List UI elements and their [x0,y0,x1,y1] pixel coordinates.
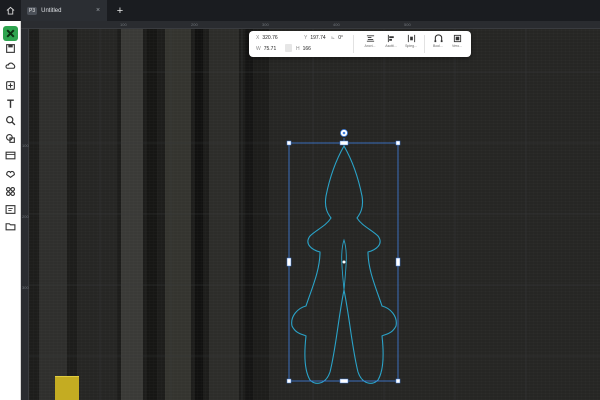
w-value: 75.71 [263,46,277,52]
button-caption: Bool... [433,44,443,48]
divider [424,35,425,53]
image-icon[interactable] [3,148,18,163]
aspect-lock-icon[interactable] [285,44,292,52]
ruler-tick: 100 [120,22,127,27]
y-value: 197.74 [310,35,326,41]
h-value: 166 [302,46,311,52]
templates-icon[interactable] [3,202,18,217]
angle-value: 0° [338,35,343,41]
h-label: H [296,46,300,52]
x-value: 320.76 [262,35,278,41]
distribute-icon [407,34,415,43]
button-caption: Asctti... [385,44,397,48]
ruler-tick: 500 [404,22,411,27]
anchor-align-icon [366,35,374,42]
cloud-icon[interactable] [3,58,18,73]
align-icon [387,34,394,43]
ruler-tick: 300 [262,22,269,27]
add-icon[interactable] [3,78,18,93]
search-icon[interactable] [3,113,18,128]
w-field[interactable]: W 75.71 [256,46,276,52]
vector-icon [453,34,461,43]
x-label: X [256,35,260,41]
app-window: P3 Untitled × + 100 200 300 400 500 100 … [0,0,600,400]
angle-icon: ⊾ [331,35,336,41]
divider [353,35,354,53]
design-canvas[interactable] [29,29,600,400]
new-tab-button[interactable]: + [113,0,127,21]
home-button[interactable] [0,0,20,21]
vector-button[interactable]: Vero... [446,34,468,54]
tab-title: Untitled [41,7,62,14]
ruler-tick: 300 [22,285,29,290]
angle-field[interactable]: ⊾ 0° [331,35,343,41]
distribute-button[interactable]: Spieg... [400,34,422,54]
button-caption: Ancri... [364,44,376,48]
x-field[interactable]: X 320.76 [256,35,278,41]
ruler-tick: 400 [333,22,340,27]
logo-icon[interactable] [3,26,18,41]
ruler-tick: 200 [22,214,29,219]
vertical-ruler: 100 200 300 [21,29,29,400]
close-icon[interactable]: × [93,7,103,14]
align-button[interactable]: Asctti... [380,34,402,54]
boolean-icon [433,34,443,43]
tab-untitled[interactable]: P3 Untitled × [21,0,107,21]
button-caption: Spieg... [405,44,417,48]
text-icon[interactable] [3,96,18,111]
library-icon[interactable] [3,166,18,181]
tab-badge: P3 [27,6,38,15]
folder-icon[interactable] [3,219,18,234]
ruler-tick: 100 [22,143,29,148]
save-icon[interactable] [3,41,18,56]
left-toolbar [0,21,21,400]
canvas-texture [29,29,600,400]
components-icon[interactable] [3,184,18,199]
shapes-icon[interactable] [3,131,18,146]
home-icon [6,6,14,15]
horizontal-ruler: 100 200 300 400 500 [21,21,600,29]
property-bar: X 320.76 Y 197.74 ⊾ 0° W 75.71 H 166 Anc… [249,31,471,57]
h-field[interactable]: H 166 [296,46,311,52]
yellow-object [55,376,79,400]
anchor-align-button[interactable]: Ancri... [359,34,381,54]
w-label: W [256,46,261,52]
tab-bar: P3 Untitled × + [0,0,600,21]
y-label: Y [304,35,308,41]
ruler-tick: 200 [191,22,198,27]
button-caption: Vero... [451,44,463,48]
y-field[interactable]: Y 197.74 [304,35,326,41]
